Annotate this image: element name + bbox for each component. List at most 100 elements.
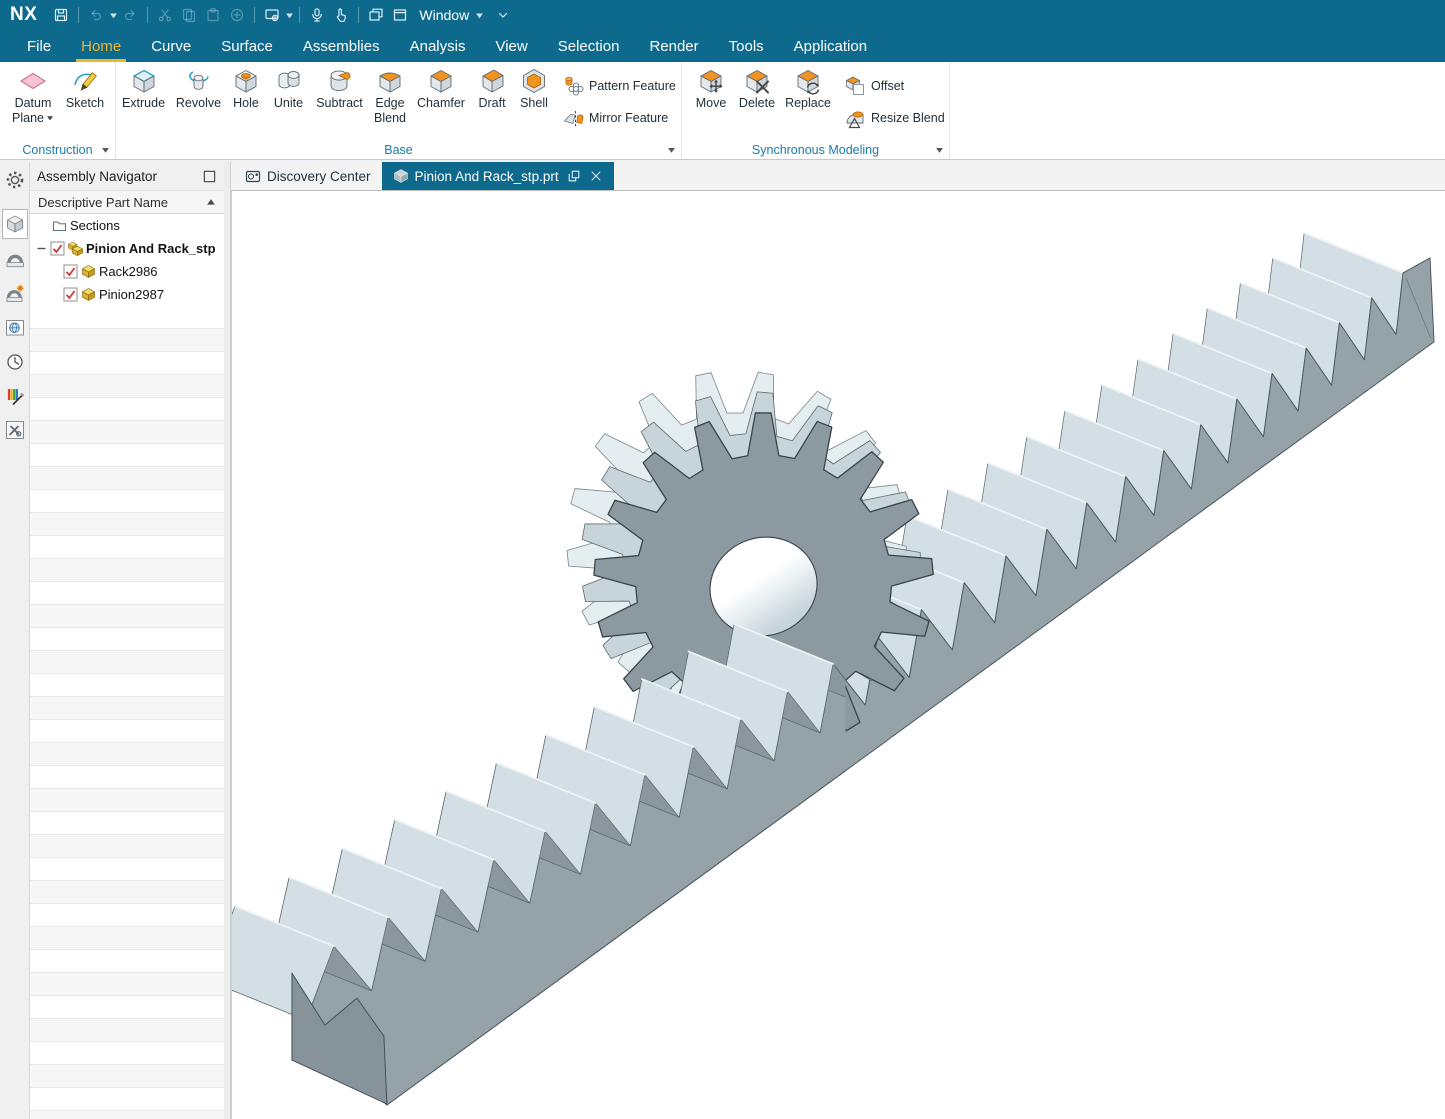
menu-file[interactable]: File xyxy=(12,30,66,62)
menu-selection[interactable]: Selection xyxy=(543,30,635,62)
draft-button[interactable]: Draft xyxy=(470,67,514,111)
tree-row-assembly[interactable]: Pinion And Rack_stp xyxy=(30,237,224,260)
resize-blend-button[interactable]: Resize Blend xyxy=(844,107,945,129)
group-dialog-caret-icon[interactable] xyxy=(101,145,110,154)
window-menu-button[interactable]: Window xyxy=(419,7,484,23)
cascade-windows-button[interactable] xyxy=(364,4,388,26)
ribbon-group-base: Extrude Revolve Hole Unite Subtract Edge… xyxy=(116,62,682,159)
group-footer-base: Base xyxy=(116,140,681,159)
tree-row-sections[interactable]: Sections xyxy=(30,214,224,237)
pattern-feature-button[interactable]: Pattern Feature xyxy=(562,75,676,97)
graphics-viewport[interactable] xyxy=(231,190,1445,1119)
datum-plane-icon xyxy=(19,67,47,95)
move-icon xyxy=(697,67,725,95)
delete-button[interactable]: Delete xyxy=(734,67,780,111)
hole-button[interactable]: Hole xyxy=(226,67,266,111)
toolbar-separator xyxy=(358,7,359,23)
sketch-icon xyxy=(71,67,99,95)
replace-label: Replace xyxy=(785,96,831,111)
extrude-button[interactable]: Extrude xyxy=(116,67,171,111)
tree-row-pinion[interactable]: Pinion2987 xyxy=(30,283,224,306)
checkbox[interactable] xyxy=(63,287,78,302)
base-stack: Pattern Feature Mirror Feature xyxy=(554,67,676,129)
tree-row-rack[interactable]: Rack2986 xyxy=(30,260,224,283)
checkbox[interactable] xyxy=(63,264,78,279)
history-button[interactable] xyxy=(2,349,28,375)
part-navigator-button[interactable] xyxy=(2,281,28,307)
menu-curve[interactable]: Curve xyxy=(136,30,206,62)
menu-surface[interactable]: Surface xyxy=(206,30,288,62)
delete-icon xyxy=(743,67,771,95)
move-button[interactable]: Move xyxy=(688,67,734,111)
replace-button[interactable]: Replace xyxy=(780,67,836,111)
collapse-expander-icon[interactable] xyxy=(36,243,47,254)
menu-home[interactable]: Home xyxy=(66,30,136,62)
datum-plane-button[interactable]: Datum Plane xyxy=(5,67,61,126)
group-footer-construction: Construction xyxy=(0,140,115,159)
reuse-library-button[interactable] xyxy=(2,315,28,341)
group-dialog-caret-icon[interactable] xyxy=(667,145,676,154)
float-tab-button[interactable] xyxy=(567,169,581,183)
visualization-button[interactable] xyxy=(2,383,28,409)
rack-and-pinion-model[interactable] xyxy=(232,191,1445,1119)
discovery-center-icon xyxy=(245,168,261,184)
tab-discovery-center[interactable]: Discovery Center xyxy=(234,162,382,190)
panel-splitter[interactable] xyxy=(224,162,231,1119)
part-icon xyxy=(81,264,96,279)
shell-button[interactable]: Shell xyxy=(514,67,554,111)
navigator-column-header[interactable]: Descriptive Part Name xyxy=(30,190,224,214)
redo-button xyxy=(118,4,142,26)
chamfer-icon xyxy=(427,67,455,95)
draft-label: Draft xyxy=(478,96,505,111)
revolve-button[interactable]: Revolve xyxy=(171,67,226,111)
toolbar-separator xyxy=(254,7,255,23)
save-button[interactable] xyxy=(49,4,73,26)
unite-button[interactable]: Unite xyxy=(266,67,311,111)
ribbon-options-button[interactable] xyxy=(491,4,515,26)
edge-blend-label: Edge Blend xyxy=(368,96,412,126)
offset-button[interactable]: Offset xyxy=(844,75,945,97)
paste-button xyxy=(201,4,225,26)
sketch-button[interactable]: Sketch xyxy=(61,67,109,111)
caret-down-icon xyxy=(475,11,484,20)
group-dialog-caret-icon[interactable] xyxy=(935,145,944,154)
settings-gear-button[interactable] xyxy=(2,167,28,193)
window-button[interactable] xyxy=(388,4,412,26)
menu-application[interactable]: Application xyxy=(779,30,882,62)
tree-row-label: Pinion And Rack_stp xyxy=(86,241,216,256)
offset-icon xyxy=(844,75,866,97)
edge-blend-icon xyxy=(376,67,404,95)
checkbox[interactable] xyxy=(50,241,65,256)
ribbon-group-synchronous-modeling: Move Delete Replace Offset Resize Blend xyxy=(682,62,950,159)
constraint-navigator-button[interactable] xyxy=(2,247,28,273)
datum-plane-label: Datum Plane xyxy=(5,96,61,126)
chamfer-label: Chamfer xyxy=(417,96,465,111)
mirror-feature-button[interactable]: Mirror Feature xyxy=(562,107,676,129)
touch-mode-button[interactable] xyxy=(329,4,353,26)
menu-tools[interactable]: Tools xyxy=(714,30,779,62)
menu-assemblies[interactable]: Assemblies xyxy=(288,30,395,62)
subtract-button[interactable]: Subtract xyxy=(311,67,368,111)
menu-analysis[interactable]: Analysis xyxy=(395,30,481,62)
float-panel-button[interactable] xyxy=(202,169,217,184)
microphone-button[interactable] xyxy=(305,4,329,26)
menubar: File Home Curve Surface Assemblies Analy… xyxy=(0,30,1445,62)
edge-blend-button[interactable]: Edge Blend xyxy=(368,67,412,126)
assembly-navigator-button[interactable] xyxy=(2,209,28,239)
navigator-header: Assembly Navigator xyxy=(30,162,224,190)
assembly-icon xyxy=(68,241,83,256)
menu-render[interactable]: Render xyxy=(634,30,713,62)
revolve-label: Revolve xyxy=(176,96,221,111)
extrude-label: Extrude xyxy=(122,96,165,111)
resource-bar xyxy=(0,162,30,1119)
display-settings-button[interactable] xyxy=(260,4,284,26)
revolve-icon xyxy=(185,67,213,95)
copy-button xyxy=(177,4,201,26)
tab-label: Discovery Center xyxy=(267,169,371,184)
close-tab-button[interactable] xyxy=(589,169,603,183)
toolbox-button[interactable] xyxy=(2,417,28,443)
tab-part-file[interactable]: Pinion And Rack_stp.prt xyxy=(382,162,614,190)
shell-icon xyxy=(520,67,548,95)
menu-view[interactable]: View xyxy=(480,30,542,62)
chamfer-button[interactable]: Chamfer xyxy=(412,67,470,111)
